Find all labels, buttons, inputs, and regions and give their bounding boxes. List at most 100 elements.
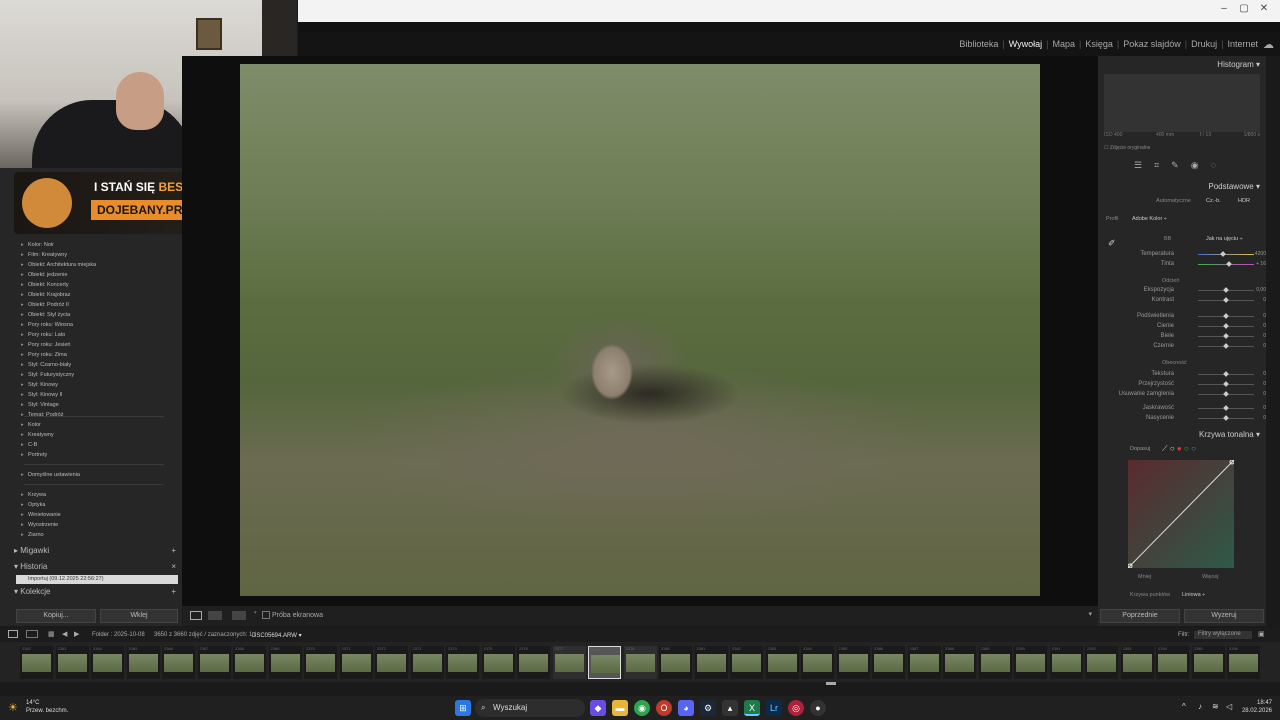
filmstrip-thumbnail[interactable]: 2394 xyxy=(1156,646,1189,679)
green-channel-icon[interactable]: ○ xyxy=(1184,444,1189,453)
filmstrip-thumbnail[interactable]: 2393 xyxy=(1120,646,1154,679)
filmstrip-thumbnail[interactable]: 2385 xyxy=(836,646,870,679)
tone-curve-graph[interactable] xyxy=(1128,460,1234,568)
preset-item[interactable]: Krzywa xyxy=(21,490,61,500)
module-2[interactable]: Mapa xyxy=(1053,39,1076,49)
slider-track[interactable]: 0 xyxy=(1198,343,1266,349)
slider-track[interactable]: 0 xyxy=(1198,415,1266,421)
filter-lock-icon[interactable]: ▣ xyxy=(1258,630,1265,638)
filmstrip-thumbnail[interactable]: 2390 xyxy=(1014,646,1047,679)
back-icon[interactable]: ◀ xyxy=(62,630,67,638)
add-collection-icon[interactable]: + xyxy=(171,587,176,596)
preset-item[interactable]: Kreatywny xyxy=(21,430,54,440)
module-6[interactable]: Internet xyxy=(1227,39,1258,49)
main-photo[interactable] xyxy=(240,64,1040,596)
filmstrip-thumbnail[interactable]: 2364 xyxy=(91,646,124,679)
lightroom-classic-icon[interactable]: Lr xyxy=(766,700,782,716)
module-1[interactable]: Wywołaj xyxy=(1009,39,1042,49)
slider-thumb[interactable] xyxy=(1223,381,1229,387)
blue-channel-icon[interactable]: ○ xyxy=(1191,444,1196,453)
slider-track[interactable]: + 16 xyxy=(1198,261,1266,267)
module-4[interactable]: Pokaz slajdów xyxy=(1123,39,1181,49)
preset-item[interactable]: Optyka xyxy=(21,500,61,510)
forward-icon[interactable]: ▶ xyxy=(74,630,79,638)
slider-thumb[interactable] xyxy=(1223,371,1229,377)
section-history[interactable]: ▾ Historia × xyxy=(14,562,180,571)
filmstrip-thumbnail[interactable]: 2384 xyxy=(801,646,834,679)
slider-thumb[interactable] xyxy=(1223,333,1229,339)
preset-item[interactable]: C-B xyxy=(21,440,54,450)
filmstrip-thumbnail[interactable]: 2378 xyxy=(588,646,621,679)
slider-track[interactable]: 0 xyxy=(1198,391,1266,397)
preset-item[interactable]: Obiekt: jedzenie xyxy=(21,270,96,280)
parametric-curve-icon[interactable]: ⟋ xyxy=(1162,444,1168,453)
microphone-icon[interactable]: ♪ xyxy=(1198,702,1202,711)
system-clock[interactable]: 18:47 28.02.2026 xyxy=(1242,699,1272,715)
chrome-icon[interactable]: ◉ xyxy=(634,700,650,716)
preset-item[interactable]: Pory roku: Zima xyxy=(21,350,96,360)
point-curve-select[interactable]: Liniowa ÷ xyxy=(1182,592,1205,598)
section-collections[interactable]: ▾ Kolekcje + xyxy=(14,587,180,596)
preset-item[interactable]: Styl: Vintage xyxy=(21,400,96,410)
filmstrip-thumbnail[interactable]: 2362 xyxy=(20,646,53,679)
filmstrip-thumbnail[interactable]: 2381 xyxy=(694,646,728,679)
filmstrip-thumbnail[interactable]: 2389 xyxy=(978,646,1012,679)
filmstrip-thumbnail[interactable]: 2369 xyxy=(268,646,302,679)
filmstrip-thumbnail[interactable]: 2396 xyxy=(1227,646,1260,679)
preset-item[interactable]: Kolor: Noir xyxy=(21,240,96,250)
wifi-icon[interactable]: ≋ xyxy=(1212,702,1219,711)
preset-item[interactable]: Styl: Kinowy xyxy=(21,380,96,390)
before-after-icon[interactable] xyxy=(208,611,222,620)
rgb-channel-icon[interactable]: ○ xyxy=(1170,444,1175,453)
slider-track[interactable]: 4200 xyxy=(1198,251,1266,257)
filmstrip-thumbnail[interactable]: 2391 xyxy=(1049,646,1083,679)
slider-track[interactable]: 0 xyxy=(1198,323,1266,329)
module-0[interactable]: Biblioteka xyxy=(959,39,998,49)
grid-icon[interactable]: ▦ xyxy=(48,630,55,638)
filmstrip-thumbnail[interactable]: 2376 xyxy=(517,646,550,679)
preset-item[interactable]: Styl: Kinowy II xyxy=(21,390,96,400)
slider-track[interactable]: 0 xyxy=(1198,297,1266,303)
slider-value[interactable]: 0,00 xyxy=(1256,287,1266,293)
slider-thumb[interactable] xyxy=(1223,343,1229,349)
steam-icon[interactable]: ⚙ xyxy=(700,700,716,716)
cloud-icon[interactable]: ☁ xyxy=(1263,38,1274,51)
minimize-button[interactable]: ‒ xyxy=(1214,3,1234,14)
slider-track[interactable]: 0 xyxy=(1198,313,1266,319)
filter-select[interactable]: Filtry wyłączone xyxy=(1194,631,1252,639)
weather-widget[interactable]: 14°C Przew. bezchm. xyxy=(26,699,68,715)
close-button[interactable]: ✕ xyxy=(1254,3,1274,14)
preset-item[interactable]: Styl: Futurystyczny xyxy=(21,370,96,380)
filmstrip-thumbnail[interactable]: 2374 xyxy=(446,646,479,679)
preset-item[interactable]: Wyostrzenie xyxy=(21,520,61,530)
paste-button[interactable]: Wklej xyxy=(100,609,178,623)
preset-item[interactable]: Temat: Podróż xyxy=(21,410,96,420)
copilot-icon[interactable]: ◆ xyxy=(590,700,606,716)
excel-icon[interactable]: X xyxy=(744,700,760,716)
filmstrip-thumbnail[interactable]: 2370 xyxy=(304,646,337,679)
slider-thumb[interactable] xyxy=(1223,297,1229,303)
slider-thumb[interactable] xyxy=(1223,391,1229,397)
slider-thumb[interactable] xyxy=(1220,251,1227,257)
discord-icon[interactable]: ◕ xyxy=(678,700,694,716)
file-name[interactable]: DSC05694.ARW ▾ xyxy=(252,632,302,639)
slider-track[interactable]: 0 xyxy=(1198,333,1266,339)
module-3[interactable]: Księga xyxy=(1085,39,1113,49)
slider-thumb[interactable] xyxy=(1223,313,1229,319)
slider-value[interactable]: 4200 xyxy=(1255,251,1266,257)
obs-icon[interactable]: ● xyxy=(810,700,826,716)
filmstrip-thumbnail[interactable]: 2386 xyxy=(872,646,905,679)
toolbar-menu-icon[interactable]: ▾ xyxy=(1088,610,1092,618)
section-snapshots[interactable]: ▸ Migawki + xyxy=(14,546,180,555)
app-icon[interactable]: ▴ xyxy=(722,700,738,716)
filmstrip-thumbnail[interactable]: 2383 xyxy=(765,646,799,679)
scroll-thumb[interactable] xyxy=(826,682,836,685)
preset-item[interactable]: Film: Kreatywny xyxy=(21,250,96,260)
preset-item[interactable]: Winietowanie xyxy=(21,510,61,520)
tray-overflow-icon[interactable]: ^ xyxy=(1182,702,1186,711)
preset-item[interactable]: Pory roku: Lato xyxy=(21,330,96,340)
filmstrip-thumbnail[interactable]: 2387 xyxy=(907,646,941,679)
right-scrollbar[interactable] xyxy=(1266,56,1280,626)
slider-track[interactable]: 0 xyxy=(1198,371,1266,377)
filmstrip-thumbnail[interactable]: 2375 xyxy=(481,646,515,679)
